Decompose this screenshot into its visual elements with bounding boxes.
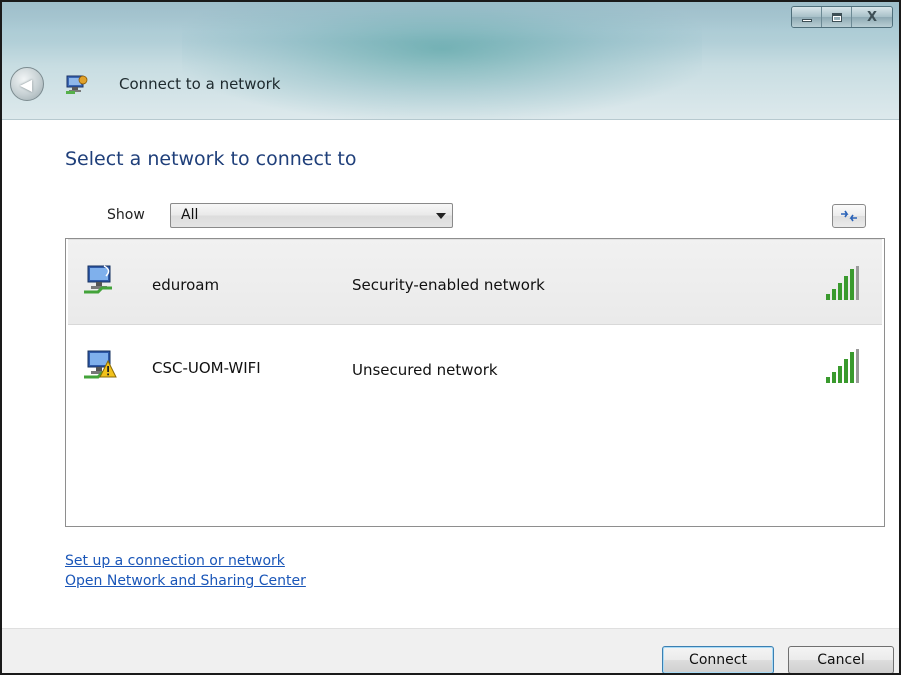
maximize-button[interactable] [822,7,852,27]
network-list: eduroam Security-enabled network CSC-UOM… [65,238,885,527]
unsecured-network-icon [84,350,117,379]
signal-strength-icon [826,349,859,383]
refresh-icon [841,210,857,222]
network-security: Security-enabled network [352,276,545,294]
page-heading: Select a network to connect to [65,148,357,170]
title-bar: X ◀ Connect to a network [2,2,899,120]
connect-button[interactable]: Connect [662,646,774,673]
network-wizard-icon [66,75,88,94]
connect-dialog: X ◀ Connect to a network Select a networ… [0,0,901,675]
network-item-eduroam[interactable]: eduroam Security-enabled network [68,239,882,325]
window-controls: X [791,6,893,28]
show-filter-value: All [181,207,199,223]
signal-strength-icon [826,266,859,300]
close-icon: X [866,9,878,25]
setup-connection-link[interactable]: Set up a connection or network [65,553,285,569]
network-name: CSC-UOM-WIFI [152,359,261,377]
minimize-icon [801,19,812,22]
dialog-footer: Connect Cancel [2,628,899,673]
maximize-icon [831,12,842,22]
network-item-csc-uom-wifi[interactable]: CSC-UOM-WIFI Unsecured network [68,325,882,411]
close-button[interactable]: X [852,7,892,27]
show-filter-dropdown[interactable]: All [170,203,453,228]
secured-network-icon [84,265,112,294]
cancel-button[interactable]: Cancel [788,646,894,673]
show-label: Show [107,207,145,223]
window-title: Connect to a network [119,75,281,93]
network-sharing-center-link[interactable]: Open Network and Sharing Center [65,573,306,589]
network-name: eduroam [152,276,220,294]
network-security: Unsecured network [352,361,498,379]
minimize-button[interactable] [792,7,822,27]
refresh-button[interactable] [832,204,866,228]
back-button[interactable]: ◀ [10,67,44,101]
back-arrow-icon: ◀ [19,74,33,94]
chevron-down-icon [436,213,446,219]
